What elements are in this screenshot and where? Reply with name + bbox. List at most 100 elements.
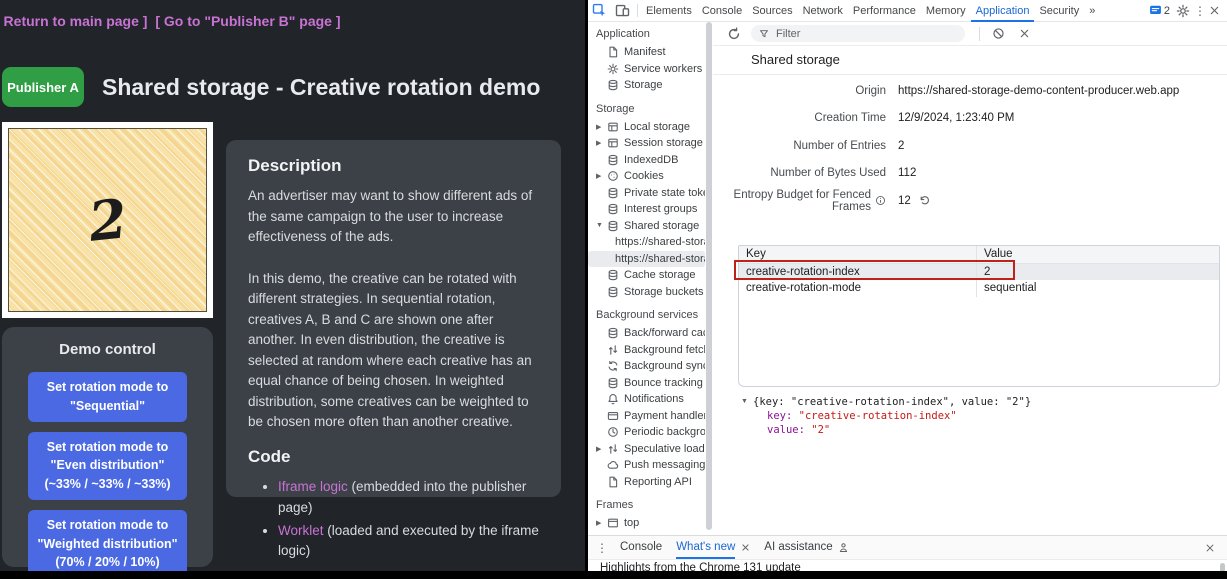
table-row[interactable]: creative-rotation-index 2	[739, 264, 1219, 281]
table-cell-value[interactable]: 2	[977, 264, 1219, 281]
devtools-panel: Elements Console Sources Network Perform…	[588, 0, 1227, 571]
drawer-tab-whats-new[interactable]: What's new	[676, 536, 735, 559]
clear-all-icon[interactable]	[992, 27, 1005, 40]
preview-summary-row[interactable]: {key: "creative-rotation-index", value: …	[713, 394, 1227, 409]
tab-memory[interactable]: Memory	[921, 0, 971, 22]
pane-splitter-scrollbar[interactable]	[705, 22, 713, 530]
expand-arrow-icon[interactable]	[596, 519, 607, 527]
bottom-black-bar	[0, 571, 1227, 579]
sidebar-item-interest-groups[interactable]: Interest groups	[588, 201, 705, 218]
device-toolbar-icon[interactable]	[615, 3, 630, 18]
sidebar-item-private-state-tokens[interactable]: Private state tokens	[588, 185, 705, 202]
sidebar-item-push-messaging[interactable]: Push messaging	[588, 457, 705, 474]
column-header-value[interactable]: Value	[977, 246, 1219, 263]
tab-performance[interactable]: Performance	[848, 0, 921, 22]
sidebar-item-periodic-background-sync[interactable]: Periodic backgroun…	[588, 424, 705, 441]
collapse-arrow-icon[interactable]	[596, 222, 607, 229]
sidebar-item-back-forward-cache[interactable]: Back/forward cache	[588, 325, 705, 342]
devtools-divider[interactable]	[585, 0, 588, 571]
tab-elements[interactable]: Elements	[641, 0, 697, 22]
preview-summary: {key: "creative-rotation-index", value: …	[753, 396, 1031, 408]
expand-arrow-icon[interactable]	[596, 139, 607, 147]
table-cell-value[interactable]: sequential	[977, 280, 1219, 297]
sidebar-item-background-sync[interactable]: Background sync	[588, 358, 705, 375]
sidebar-item-top-frame[interactable]: top	[588, 515, 705, 530]
tab-security[interactable]: Security	[1034, 0, 1084, 22]
sidebar-item-label: Background sync	[624, 360, 705, 372]
set-sequential-button[interactable]: Set rotation mode to "Sequential"	[28, 372, 187, 422]
info-icon[interactable]	[875, 195, 886, 206]
expand-arrow-icon[interactable]	[596, 123, 607, 131]
field-value: https://shared-storage-demo-content-prod…	[898, 85, 1179, 97]
inspect-element-icon[interactable]	[592, 3, 607, 18]
table-cell-key[interactable]: creative-rotation-mode	[739, 280, 977, 297]
sidebar-item-storage[interactable]: Storage	[588, 77, 705, 94]
drawer-tab-ai-assistance[interactable]: AI assistance	[764, 536, 848, 559]
bell-icon	[607, 393, 619, 405]
sidebar-item-label: Interest groups	[624, 203, 697, 215]
sidebar-section-storage: Storage	[588, 103, 705, 115]
table-row[interactable]: creative-rotation-mode sequential	[739, 280, 1219, 297]
sidebar-item-local-storage[interactable]: Local storage	[588, 119, 705, 136]
sidebar-item-storage-buckets[interactable]: Storage buckets	[588, 284, 705, 301]
preview-entry[interactable]: value: "2"	[713, 423, 1227, 437]
delete-selected-icon[interactable]	[1019, 28, 1030, 39]
publisher-b-link[interactable]: [ Go to "Publisher B" page ]	[155, 13, 340, 29]
whats-new-headline[interactable]: Highlights from the Chrome 131 update	[588, 560, 1227, 571]
sidebar-item-bounce-tracking[interactable]: Bounce tracking miti…	[588, 375, 705, 392]
application-sidebar: Application Manifest Service workers Sto…	[588, 22, 705, 530]
filter-box[interactable]	[751, 25, 965, 42]
return-to-main-link[interactable]: [ Return to main page ]	[0, 13, 147, 29]
close-tab-icon[interactable]	[741, 543, 750, 552]
database-icon	[607, 286, 619, 298]
tab-console[interactable]: Console	[697, 0, 747, 22]
sidebar-item-label: Service workers	[624, 63, 702, 75]
table-cell-key[interactable]: creative-rotation-index	[739, 264, 977, 281]
sidebar-item-shared-storage-origin-2[interactable]: https://shared-storage…	[588, 251, 705, 268]
sidebar-item-session-storage[interactable]: Session storage	[588, 135, 705, 152]
gear-icon	[607, 63, 619, 75]
sidebar-item-shared-storage-origin-1[interactable]: https://shared-storage…	[588, 234, 705, 251]
sidebar-item-notifications[interactable]: Notifications	[588, 391, 705, 408]
tab-sources[interactable]: Sources	[747, 0, 797, 22]
issues-chat-icon[interactable]	[1149, 4, 1162, 17]
filter-input[interactable]	[774, 27, 938, 41]
table-icon	[607, 121, 619, 133]
property-value: "creative-rotation-index"	[799, 410, 957, 422]
iframe-logic-link[interactable]: Iframe logic	[278, 479, 348, 494]
sidebar-item-payment-handler[interactable]: Payment handler	[588, 408, 705, 425]
ai-assistance-icon	[838, 542, 849, 553]
sidebar-item-manifest[interactable]: Manifest	[588, 44, 705, 61]
metadata-fields: Origin https://shared-storage-demo-conte…	[713, 75, 1227, 215]
sidebar-item-label: Bounce tracking miti…	[624, 377, 705, 389]
tab-application[interactable]: Application	[971, 0, 1035, 22]
collapse-arrow-icon[interactable]	[741, 398, 753, 405]
refresh-icon[interactable]	[727, 27, 741, 41]
drawer-tab-console[interactable]: Console	[620, 536, 662, 559]
sidebar-item-background-fetch[interactable]: Background fetch	[588, 342, 705, 359]
worklet-link[interactable]: Worklet	[278, 523, 324, 538]
column-header-key[interactable]: Key	[739, 246, 977, 263]
set-even-distribution-button[interactable]: Set rotation mode to "Even distribution"…	[28, 432, 187, 500]
table-header-row[interactable]: Key Value	[739, 246, 1219, 264]
sidebar-item-cookies[interactable]: Cookies	[588, 168, 705, 185]
reset-budget-icon[interactable]	[919, 195, 930, 206]
close-devtools-icon[interactable]	[1209, 5, 1220, 16]
expand-arrow-icon[interactable]	[596, 172, 607, 180]
sidebar-item-service-workers[interactable]: Service workers	[588, 61, 705, 78]
set-weighted-distribution-button[interactable]: Set rotation mode to "Weighted distribut…	[28, 510, 187, 571]
devtools-menu-icon[interactable]	[1194, 4, 1204, 18]
sidebar-item-reporting-api[interactable]: Reporting API	[588, 474, 705, 491]
tab-network[interactable]: Network	[798, 0, 848, 22]
more-tabs-icon[interactable]: »	[1084, 0, 1100, 22]
sidebar-item-cache-storage[interactable]: Cache storage	[588, 267, 705, 284]
preview-entry[interactable]: key: "creative-rotation-index"	[713, 409, 1227, 423]
settings-gear-icon[interactable]	[1176, 4, 1190, 18]
sidebar-item-speculative-loads[interactable]: Speculative loads	[588, 441, 705, 458]
expand-arrow-icon[interactable]	[596, 445, 607, 453]
demo-control-heading: Demo control	[28, 341, 187, 358]
sidebar-item-shared-storage[interactable]: Shared storage	[588, 218, 705, 235]
drawer-menu-icon[interactable]	[596, 541, 606, 555]
sidebar-item-indexeddb[interactable]: IndexedDB	[588, 152, 705, 169]
close-drawer-icon[interactable]	[1205, 543, 1215, 553]
